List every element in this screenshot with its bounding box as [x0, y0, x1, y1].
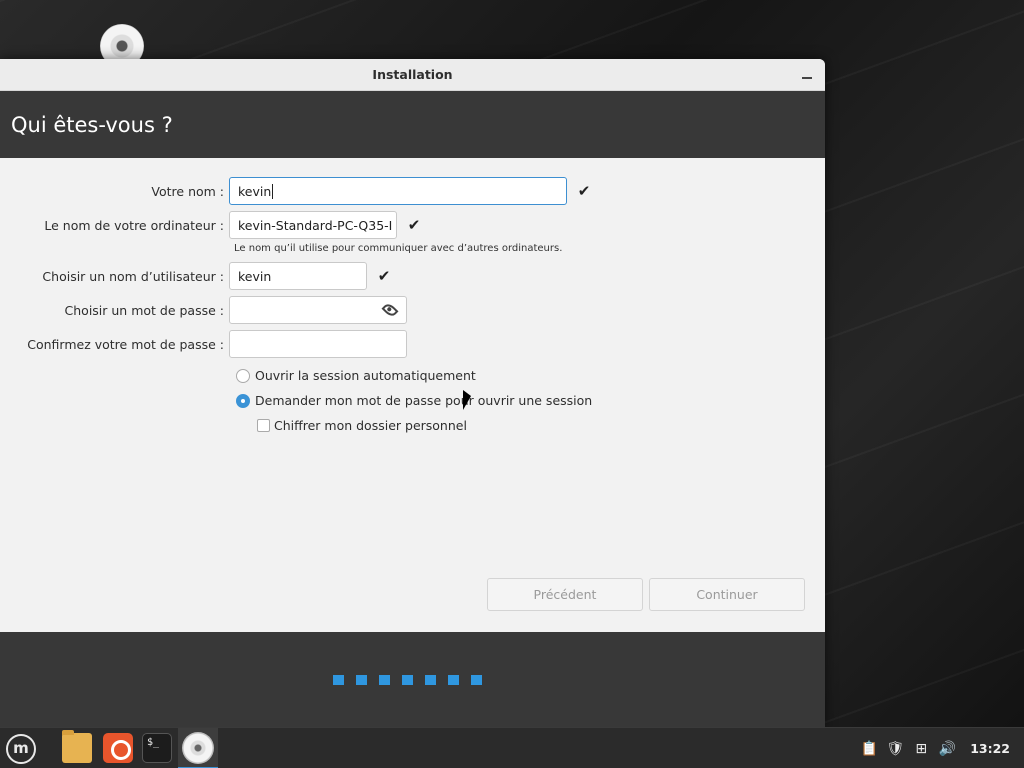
progress-footer: [0, 632, 825, 727]
previous-button[interactable]: Précédent: [487, 578, 643, 611]
page-title: Qui êtes-vous ?: [11, 112, 173, 137]
ask-password-radio[interactable]: [236, 393, 250, 408]
window-title: Installation: [372, 67, 453, 82]
mint-menu-icon[interactable]: [6, 734, 36, 764]
check-icon: ✔: [377, 267, 391, 285]
form-area: Votre nom : kevin ✔ Le nom de votre ordi…: [0, 158, 825, 632]
auto-login-label: Ouvrir la session automatiquement: [255, 368, 476, 383]
mouse-cursor: [463, 390, 471, 410]
page-header: Qui êtes-vous ?: [0, 91, 825, 158]
show-password-eye-icon[interactable]: [381, 301, 399, 319]
files-icon[interactable]: [62, 730, 92, 763]
installer-window: Installation Qui êtes-vous ? Votre nom :…: [0, 59, 825, 727]
confirm-row: Confirmez votre mot de passe :: [0, 330, 407, 358]
progress-dot: [379, 675, 390, 685]
system-tray: 📋 🛡 ⊞ 🔊 13:22: [860, 728, 1024, 768]
progress-dot: [402, 675, 413, 685]
encrypt-home-checkbox[interactable]: [257, 419, 270, 432]
computer-row: Le nom de votre ordinateur : kevin-Stand…: [0, 211, 422, 239]
progress-dot: [333, 675, 344, 685]
installer-icon[interactable]: [182, 732, 214, 764]
progress-dot: [448, 675, 459, 685]
password-input[interactable]: [229, 296, 407, 324]
name-input[interactable]: kevin: [229, 177, 567, 205]
confirm-password-input[interactable]: [229, 330, 407, 358]
username-label: Choisir un nom d’utilisateur :: [42, 268, 224, 284]
taskbar: $_ 📋 🛡 ⊞ 🔊 13:22: [0, 727, 1024, 768]
step-progress: [333, 675, 482, 685]
computer-label: Le nom de votre ordinateur :: [44, 217, 224, 233]
encrypt-home-option[interactable]: Chiffrer mon dossier personnel: [257, 418, 467, 433]
confirm-password-label: Confirmez votre mot de passe :: [27, 336, 224, 352]
name-value: kevin: [238, 183, 272, 199]
check-icon: ✔: [407, 216, 421, 234]
network-icon[interactable]: ⊞: [912, 740, 930, 758]
continue-button[interactable]: Continuer: [649, 578, 805, 611]
password-label: Choisir un mot de passe :: [64, 302, 224, 318]
shield-icon[interactable]: 🛡: [886, 740, 904, 758]
clipboard-icon[interactable]: 📋: [860, 740, 878, 758]
name-row: Votre nom : kevin ✔: [0, 177, 592, 205]
progress-dot: [425, 675, 436, 685]
computer-name-value: kevin-Standard-PC-Q35-I: [238, 217, 393, 233]
auto-login-radio[interactable]: [236, 368, 250, 383]
computer-name-hint: Le nom qu’il utilise pour communiquer av…: [234, 243, 563, 254]
computer-name-input[interactable]: kevin-Standard-PC-Q35-I: [229, 211, 397, 239]
terminal-icon[interactable]: $_: [142, 733, 172, 763]
firefox-icon[interactable]: [103, 733, 133, 763]
progress-dot: [471, 675, 482, 685]
encrypt-home-label: Chiffrer mon dossier personnel: [274, 418, 467, 433]
username-row: Choisir un nom d’utilisateur : kevin ✔: [0, 262, 392, 290]
auto-login-option[interactable]: Ouvrir la session automatiquement: [236, 368, 476, 383]
clock[interactable]: 13:22: [970, 741, 1010, 756]
ask-password-option[interactable]: Demander mon mot de passe pour ouvrir un…: [236, 393, 592, 408]
progress-dot: [356, 675, 367, 685]
title-bar[interactable]: Installation: [0, 59, 825, 91]
text-caret: [272, 183, 274, 199]
volume-icon[interactable]: 🔊: [938, 740, 956, 758]
ask-password-label: Demander mon mot de passe pour ouvrir un…: [255, 393, 593, 408]
username-input[interactable]: kevin: [229, 262, 367, 290]
password-row: Choisir un mot de passe :: [0, 296, 407, 324]
check-icon: ✔: [577, 182, 591, 200]
minimize-button[interactable]: [799, 67, 815, 83]
username-value: kevin: [238, 268, 272, 284]
name-label: Votre nom :: [151, 183, 224, 199]
